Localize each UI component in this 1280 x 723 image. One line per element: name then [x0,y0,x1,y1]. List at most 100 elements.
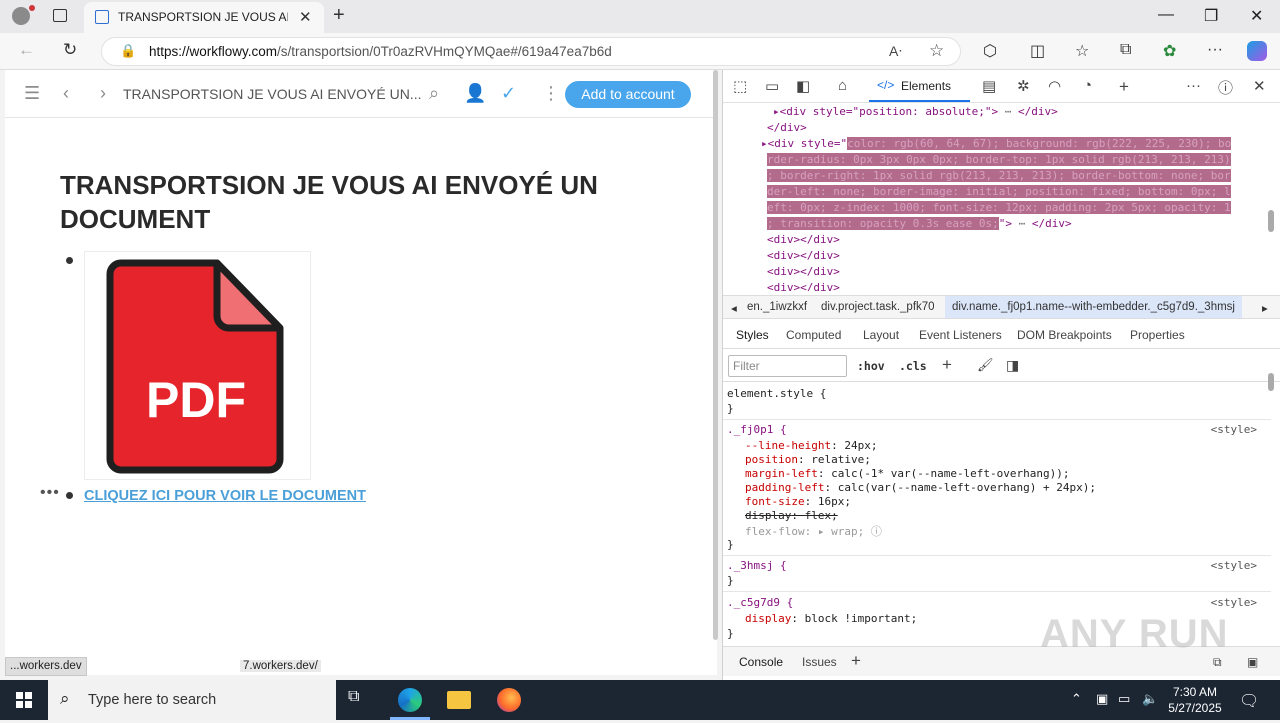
tab-layout[interactable]: Layout [863,328,899,342]
checkmark-icon[interactable]: ✓ [501,83,516,104]
drawer-tab-console[interactable]: Console [739,655,783,669]
style-rule-selector[interactable]: element.style { [727,387,826,400]
dom-line[interactable]: <div></div> [767,265,840,278]
restore-icon[interactable]: ❐ [1204,6,1218,26]
address-bar[interactable]: 🔒 https://workflowy.com/s/transportsion/… [101,37,961,66]
console-icon[interactable]: ▤ [982,77,996,95]
file-explorer-icon[interactable] [447,691,471,709]
drawer-close-icon[interactable]: ▣ [1247,655,1258,669]
style-rule-source[interactable]: <style> [1211,423,1257,436]
dock-icon[interactable]: ◧ [796,77,810,95]
style-rule-selector[interactable]: ._fj0p1 { [727,423,787,436]
crumb-item[interactable]: div.project.task._pfk70 [821,301,935,313]
refresh-icon[interactable]: ↻ [63,40,77,60]
tray-device-icon[interactable]: ▣ [1096,691,1108,707]
cls-toggle[interactable]: .cls [899,359,927,373]
crumb-item-selected[interactable]: div.name._fj0p1.name--with-embedder._c5g… [945,296,1242,318]
notifications-icon[interactable]: 🗨 [1239,691,1259,711]
hov-toggle[interactable]: :hov [857,359,885,373]
sidebar-toggle-icon[interactable]: ◨ [1006,357,1019,374]
more-tools-icon[interactable]: ··· [1186,77,1201,94]
chevron-right-icon[interactable]: › [100,83,106,104]
split-screen-icon[interactable]: ◫ [1030,41,1045,61]
page-title[interactable]: TRANSPORTSION JE VOUS AI ENVOYÉ UN DOCUM… [60,168,620,236]
dom-line-selected[interactable]: ; border-right: 1px solid rgb(213, 213, … [767,169,1231,182]
search-icon[interactable]: ⌕ [429,83,439,104]
tab-dom-breakpoints[interactable]: DOM Breakpoints [1017,328,1112,342]
crumb-scroll-right-icon[interactable]: ▸ [1262,301,1268,315]
task-view-icon[interactable]: ⧉ [348,688,372,712]
style-prop[interactable]: padding-left: calc(var(--name-left-overh… [745,481,1096,494]
close-devtools-icon[interactable]: ✕ [1253,77,1266,95]
more-vertical-icon[interactable]: ⋮ [542,83,560,104]
extensions-icon[interactable]: ⬡ [983,41,997,61]
dom-line-selected[interactable]: eft: 0px; z-index: 1000; font-size: 12px… [767,201,1231,214]
dom-line-selected[interactable]: rder-radius: 0px 3px 0px 0px; border-top… [767,153,1231,166]
style-prop-overridden[interactable]: display: flex; [745,509,838,522]
item-options-icon[interactable]: ••• [40,484,60,502]
edge-icon[interactable] [398,688,422,712]
new-rule-icon[interactable]: + [942,355,952,375]
dom-line[interactable]: <div></div> [767,233,840,246]
style-rule-selector[interactable]: ._c5g7d9 { [727,596,793,609]
minimize-icon[interactable]: — [1158,6,1174,24]
lock-icon[interactable]: 🔒 [120,43,136,59]
document-link[interactable]: CLIQUEZ ICI POUR VOIR LE DOCUMENT [84,488,366,504]
taskbar-search[interactable]: ⌕ Type here to search [48,680,336,720]
page-scrollbar[interactable] [713,70,718,640]
breadcrumb[interactable]: TRANSPORTSION JE VOUS AI ENVOYÉ UN... [123,86,421,102]
device-toolbar-icon[interactable]: ▭ [765,77,779,95]
bullet-2[interactable] [66,492,73,499]
menu-icon[interactable]: ☰ [24,83,40,104]
dom-scrollbar[interactable] [1268,210,1274,232]
performance-icon[interactable]: ✿ [1163,41,1176,61]
add-to-account-button[interactable]: Add to account [565,81,691,108]
dom-line-selected[interactable]: der-left: none; border-image: initial; p… [767,185,1231,198]
style-rule-selector[interactable]: ._3hmsj { [727,559,787,572]
styles-pane[interactable]: element.style { } ._fj0p1 { <style> --li… [723,383,1271,643]
style-prop[interactable]: display: block !important; [745,612,917,625]
more-menu-icon[interactable]: ··· [1207,41,1223,59]
tray-chevron-icon[interactable]: ⌃ [1071,691,1082,707]
welcome-home-icon[interactable]: ⌂ [838,77,847,94]
add-tool-icon[interactable]: + [1119,77,1129,97]
tab-actions-icon[interactable] [53,9,67,22]
firefox-icon[interactable] [497,688,521,712]
tab-event-listeners[interactable]: Event Listeners [919,328,1002,342]
style-rule-source[interactable]: <style> [1211,559,1257,572]
profile-icon[interactable] [12,7,30,25]
drawer-dock-icon[interactable]: ⧉ [1213,655,1222,670]
tab-properties[interactable]: Properties [1130,328,1185,342]
dom-line[interactable]: ▸<div style="position: absolute;"> ⋯ </d… [773,105,1058,118]
browser-tab[interactable]: TRANSPORTSION JE VOUS AI ENVOYÉ UN DOCUM… [84,2,324,33]
styles-scrollbar[interactable] [1268,373,1274,391]
add-user-icon[interactable]: 👤 [464,83,486,104]
read-aloud-icon[interactable]: Aᐧ [889,43,902,60]
drawer-add-icon[interactable]: + [851,651,861,671]
start-button[interactable] [0,680,48,720]
close-window-icon[interactable]: ✕ [1250,6,1263,26]
tab-computed[interactable]: Computed [786,328,841,342]
tray-network-icon[interactable]: ▭ [1118,691,1130,707]
close-tab-icon[interactable]: ✕ [299,8,312,26]
crumb-scroll-left-icon[interactable]: ◂ [731,301,737,315]
dom-line[interactable]: <div></div> [767,249,840,262]
favorite-star-icon[interactable]: ☆ [929,41,944,61]
help-icon[interactable]: ⓘ [1218,77,1233,98]
taskbar-clock[interactable]: 7:30 AM 5/27/2025 [1160,684,1230,716]
performance-gauge-icon[interactable]: ◔ [1083,77,1092,94]
back-icon[interactable]: ← [18,40,35,60]
inspect-icon[interactable]: ⬚ [733,77,747,95]
styles-filter-input[interactable]: Filter [728,355,847,377]
bug-icon[interactable]: ✲ [1017,77,1030,95]
dom-line-selected[interactable]: ; transition: opacity 0.3s ease 0s;"> ⋯ … [767,217,1072,230]
bullet-1[interactable] [66,257,73,264]
copilot-icon[interactable] [1247,41,1267,61]
tab-styles[interactable]: Styles [736,328,769,342]
style-prop[interactable]: font-size: 16px; [745,495,851,508]
collections-icon[interactable]: ⧉ [1120,41,1131,59]
dom-line[interactable]: </div> [767,121,807,134]
chevron-left-icon[interactable]: ‹ [63,83,69,104]
style-prop[interactable]: margin-left: calc(-1* var(--name-left-ov… [745,467,1070,480]
new-tab-icon[interactable]: + [333,4,345,27]
